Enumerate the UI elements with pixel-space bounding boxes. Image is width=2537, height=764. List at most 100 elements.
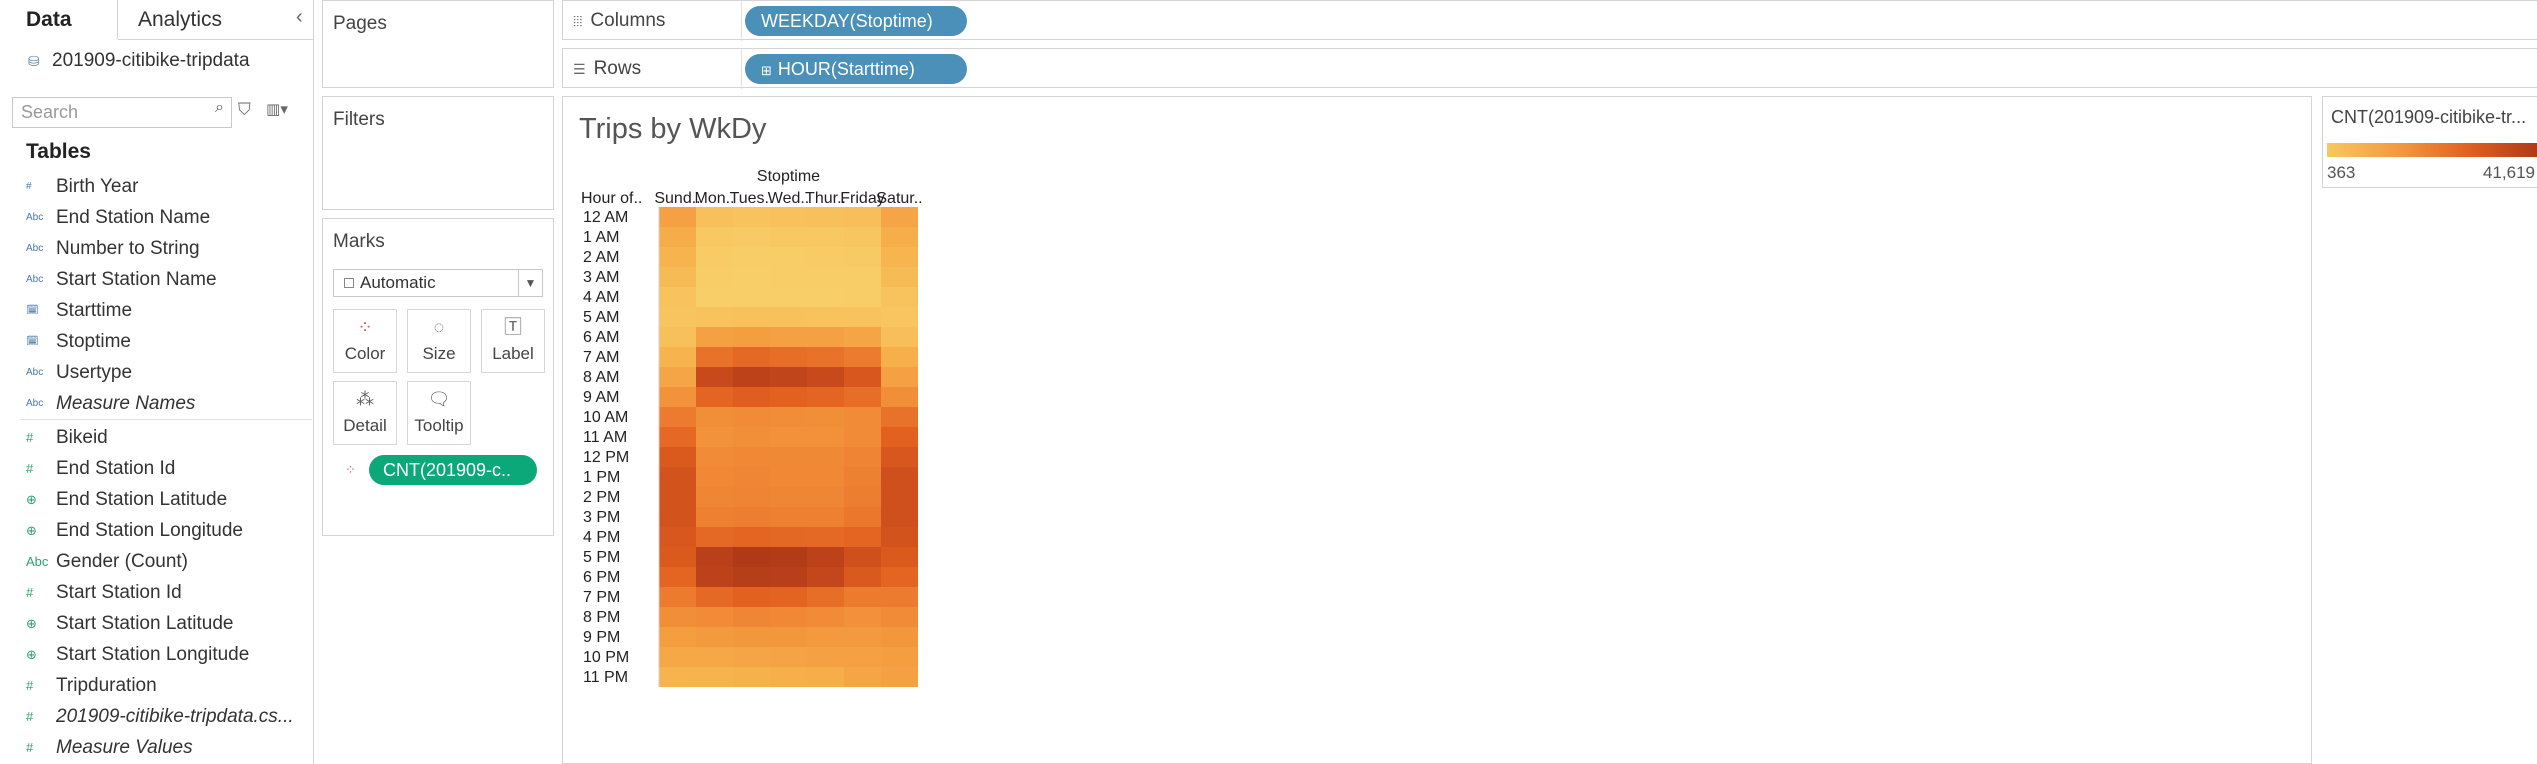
heatmap-cell[interactable] — [770, 647, 807, 667]
heatmap-cell[interactable] — [733, 287, 770, 307]
heatmap-cell[interactable] — [881, 447, 918, 467]
heatmap-cell[interactable] — [659, 447, 696, 467]
heatmap-cell[interactable] — [733, 647, 770, 667]
heatmap-cell[interactable] — [659, 607, 696, 627]
heatmap-cell[interactable] — [659, 327, 696, 347]
heatmap-cell[interactable] — [733, 227, 770, 247]
heatmap-cell[interactable] — [770, 407, 807, 427]
heatmap-cell[interactable] — [807, 507, 844, 527]
field-item[interactable]: 🗓 Stoptime — [26, 328, 131, 356]
count-measure-pill[interactable]: CNT(201909-c.. — [369, 455, 537, 485]
heatmap-cell[interactable] — [770, 447, 807, 467]
heatmap-cell[interactable] — [770, 227, 807, 247]
heatmap-cell[interactable] — [770, 547, 807, 567]
heatmap-cell[interactable] — [659, 547, 696, 567]
rows-shelf[interactable]: ☰ Rows ⊞ HOUR(Starttime) — [562, 48, 2537, 89]
tab-analytics[interactable]: Analytics — [138, 0, 222, 40]
heatmap-cell[interactable] — [733, 627, 770, 647]
heatmap-cell[interactable] — [844, 207, 881, 227]
mark-type-dropdown[interactable]: Automatic ▼ — [333, 269, 543, 297]
heatmap-cell[interactable] — [733, 587, 770, 607]
heatmap-cell[interactable] — [696, 467, 733, 487]
heatmap-cell[interactable] — [844, 407, 881, 427]
heatmap-cell[interactable] — [659, 647, 696, 667]
pages-card[interactable]: Pages — [322, 0, 554, 88]
heatmap-cell[interactable] — [770, 347, 807, 367]
heatmap-cell[interactable] — [733, 667, 770, 687]
heatmap-cell[interactable] — [807, 607, 844, 627]
heatmap-cell[interactable] — [844, 227, 881, 247]
heatmap-cell[interactable] — [770, 507, 807, 527]
heatmap-cell[interactable] — [659, 507, 696, 527]
heatmap-cell[interactable] — [733, 367, 770, 387]
heatmap-cell[interactable] — [696, 507, 733, 527]
heatmap-cell[interactable] — [733, 507, 770, 527]
heatmap-cell[interactable] — [881, 547, 918, 567]
heatmap-cell[interactable] — [770, 467, 807, 487]
heatmap-cell[interactable] — [733, 207, 770, 227]
heatmap-cell[interactable] — [881, 567, 918, 587]
heatmap-cell[interactable] — [770, 427, 807, 447]
field-item[interactable]: Abc Measure Names — [26, 390, 195, 418]
heatmap-cell[interactable] — [733, 447, 770, 467]
heatmap-cell[interactable] — [733, 547, 770, 567]
heatmap-cell[interactable] — [881, 347, 918, 367]
heatmap-cell[interactable] — [844, 247, 881, 267]
view-options-icon[interactable]: ▥ ▾ — [266, 100, 288, 118]
heatmap-cell[interactable] — [733, 327, 770, 347]
heatmap-cell[interactable] — [807, 447, 844, 467]
tooltip-mark-button[interactable]: 🗨 Tooltip — [407, 381, 471, 445]
heatmap-cell[interactable] — [770, 667, 807, 687]
color-mark-button[interactable]: ⁘ Color — [333, 309, 397, 373]
heatmap-cell[interactable] — [844, 587, 881, 607]
heatmap-cell[interactable] — [844, 547, 881, 567]
heatmap-cell[interactable] — [807, 467, 844, 487]
field-item[interactable]: 🗓 Starttime — [26, 297, 132, 325]
heatmap-cell[interactable] — [770, 267, 807, 287]
heatmap-cell[interactable] — [881, 587, 918, 607]
heatmap-cell[interactable] — [881, 267, 918, 287]
heatmap-cell[interactable] — [881, 287, 918, 307]
tab-data[interactable]: Data — [0, 0, 118, 40]
heatmap-cell[interactable] — [659, 387, 696, 407]
heatmap-cell[interactable] — [733, 267, 770, 287]
field-item[interactable]: # Bikeid — [26, 424, 108, 452]
heatmap-cell[interactable] — [844, 647, 881, 667]
heatmap-cell[interactable] — [881, 527, 918, 547]
size-mark-button[interactable]: ◌ Size — [407, 309, 471, 373]
heatmap-cell[interactable] — [696, 667, 733, 687]
heatmap-cell[interactable] — [659, 307, 696, 327]
heatmap-cell[interactable] — [770, 567, 807, 587]
heatmap-cell[interactable] — [881, 387, 918, 407]
field-item[interactable]: ⊕ Start Station Latitude — [26, 610, 233, 638]
heatmap-cell[interactable] — [844, 287, 881, 307]
heatmap-cell[interactable] — [659, 367, 696, 387]
heatmap-cell[interactable] — [844, 667, 881, 687]
heatmap-cell[interactable] — [659, 347, 696, 367]
heatmap-cell[interactable] — [770, 307, 807, 327]
heatmap-cell[interactable] — [659, 287, 696, 307]
heatmap-cell[interactable] — [844, 367, 881, 387]
heatmap-cell[interactable] — [696, 347, 733, 367]
heatmap-cell[interactable] — [770, 527, 807, 547]
heatmap-cell[interactable] — [696, 627, 733, 647]
heatmap-cell[interactable] — [807, 367, 844, 387]
field-item[interactable]: Abc Gender (Count) — [26, 548, 188, 576]
heatmap-cell[interactable] — [696, 387, 733, 407]
heatmap-cell[interactable] — [807, 527, 844, 547]
heatmap-cell[interactable] — [770, 487, 807, 507]
heatmap-cell[interactable] — [770, 387, 807, 407]
heatmap-cell[interactable] — [733, 307, 770, 327]
heatmap-cell[interactable] — [696, 487, 733, 507]
heatmap-cell[interactable] — [696, 287, 733, 307]
heatmap-cell[interactable] — [770, 287, 807, 307]
heatmap-cell[interactable] — [770, 607, 807, 627]
heatmap-cell[interactable] — [844, 607, 881, 627]
heatmap-cell[interactable] — [733, 247, 770, 267]
columns-shelf[interactable]: ⦙⦙⦙ Columns WEEKDAY(Stoptime) — [562, 0, 2537, 41]
heatmap-cell[interactable] — [659, 247, 696, 267]
weekday-column-pill[interactable]: WEEKDAY(Stoptime) — [745, 6, 967, 36]
heatmap-cell[interactable] — [807, 647, 844, 667]
heatmap-cell[interactable] — [733, 567, 770, 587]
heatmap-cell[interactable] — [807, 347, 844, 367]
